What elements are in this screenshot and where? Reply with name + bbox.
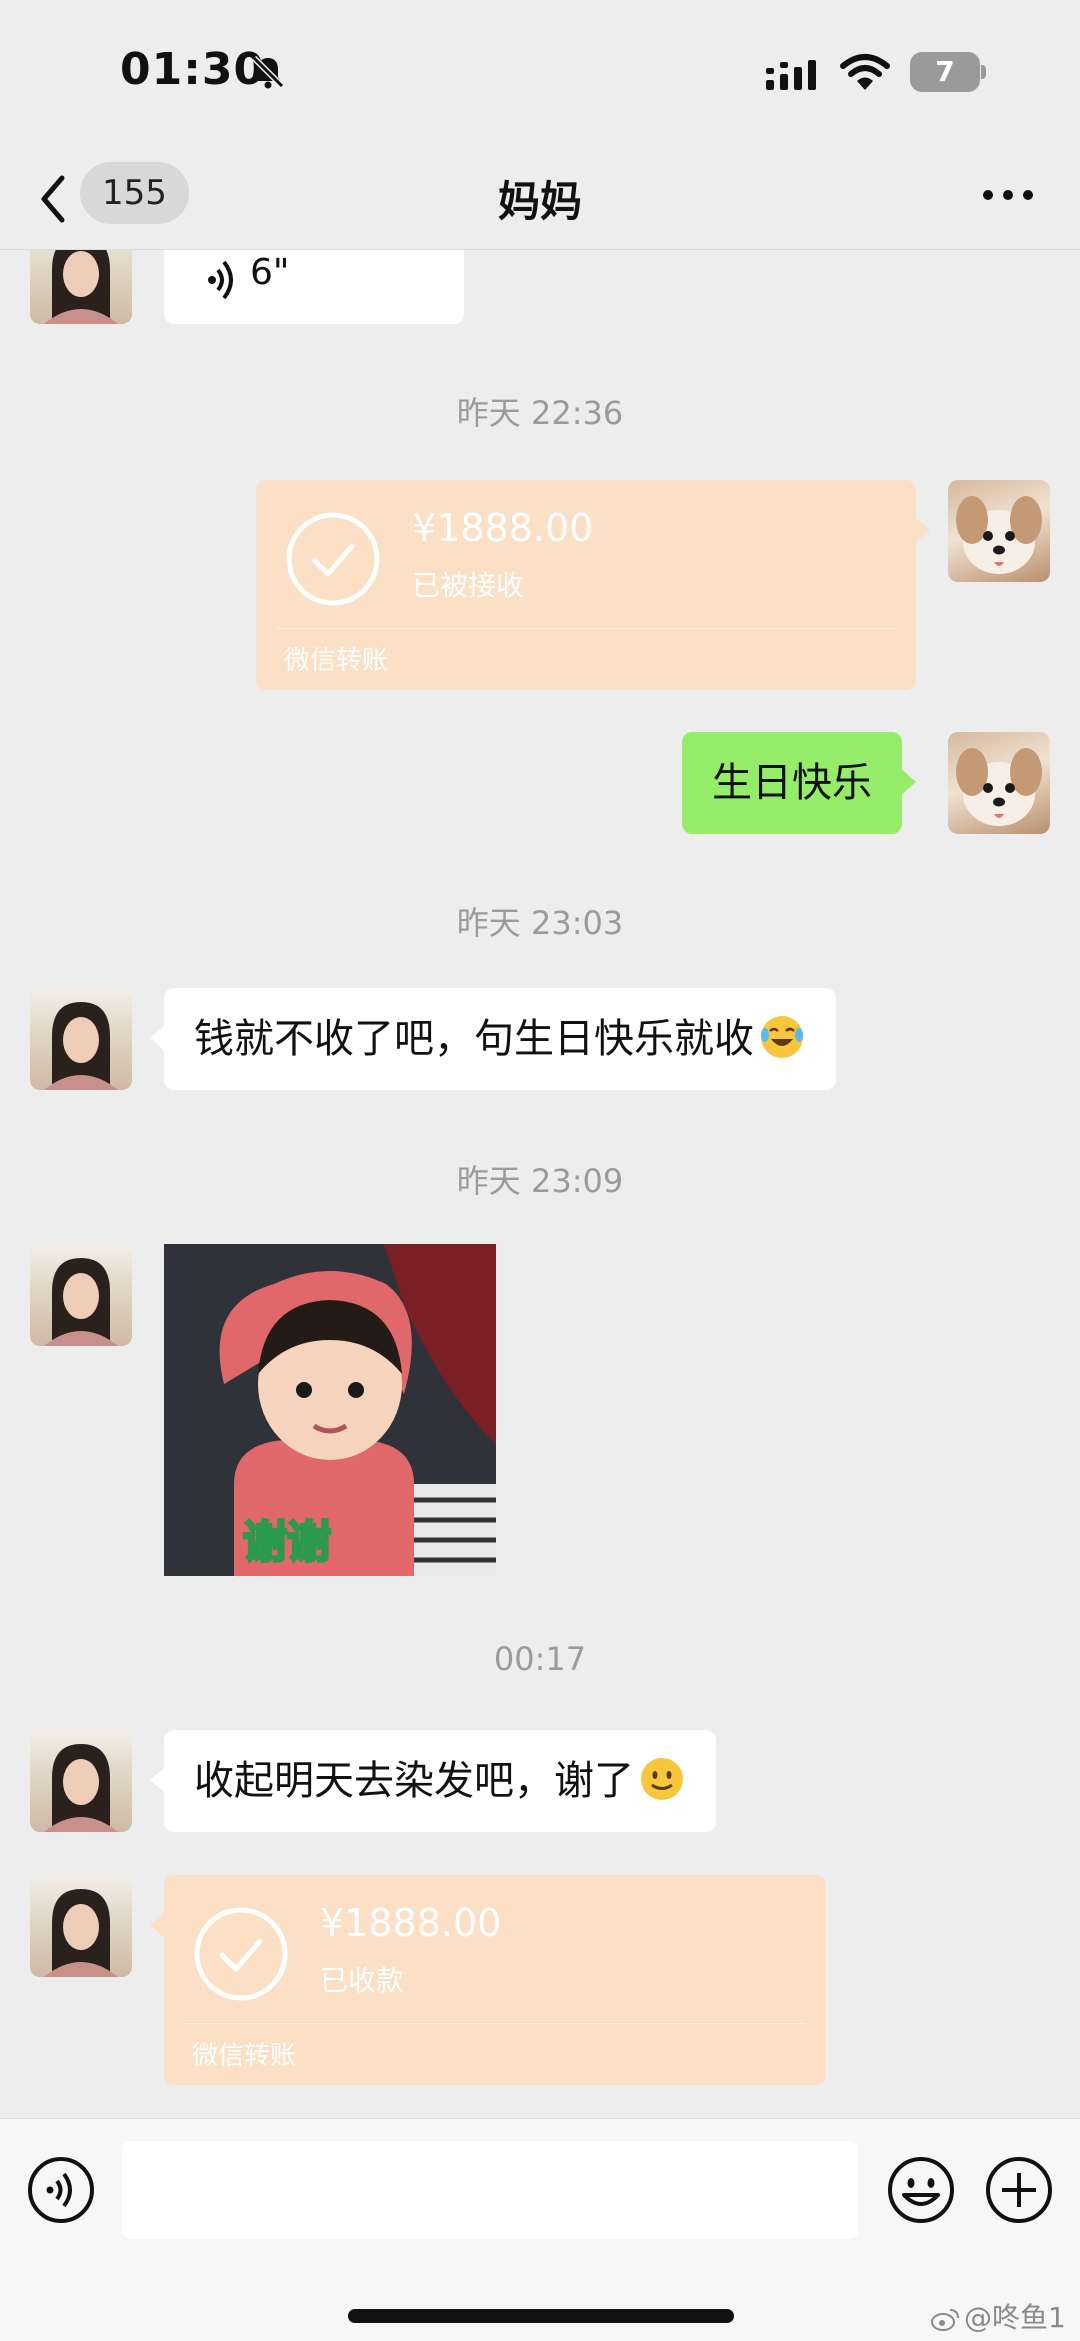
sent-message-bubble[interactable]: 生日快乐 xyxy=(682,732,916,834)
my-avatar[interactable] xyxy=(948,480,1050,582)
transfer-footer: 微信转账 xyxy=(284,646,389,676)
chat-title: 妈妈 xyxy=(497,177,582,226)
wifi-icon xyxy=(840,54,890,90)
chat-screen: 01:30 7 155 妈妈 6" 昨天 22:36 ¥1888.00 已被接收… xyxy=(0,0,1080,2341)
received-transfer-card[interactable]: ¥1888.00 已收款 微信转账 xyxy=(150,1875,826,2085)
received-message-bubble[interactable]: 收起明天去染发吧，谢了 xyxy=(150,1730,716,1832)
input-bar xyxy=(0,2118,1080,2341)
timestamp: 昨天 22:36 xyxy=(456,394,624,432)
transfer-divider xyxy=(276,628,896,629)
transfer-divider xyxy=(184,2023,806,2024)
status-bar: 01:30 7 xyxy=(0,0,1080,150)
watermark: @咚鱼1 xyxy=(930,2296,1066,2336)
timestamp: 00:17 xyxy=(493,1640,587,1678)
transfer-status: 已被接收 xyxy=(412,569,525,602)
voice-duration: 6" xyxy=(250,252,290,293)
sent-transfer-card[interactable]: ¥1888.00 已被接收 微信转账 xyxy=(256,480,930,690)
transfer-status: 已收款 xyxy=(320,1964,405,1997)
chat-header: 155 妈妈 xyxy=(0,150,1080,250)
timestamp: 昨天 23:03 xyxy=(456,904,624,942)
voice-toggle-icon[interactable] xyxy=(26,2155,96,2225)
watermark-text: @咚鱼1 xyxy=(964,2301,1066,2334)
sticker-caption: 谢谢 xyxy=(242,1516,333,1570)
battery-cap xyxy=(981,65,986,79)
emoji-icon[interactable] xyxy=(886,2155,956,2225)
transfer-amount: ¥1888.00 xyxy=(320,1901,502,1945)
my-avatar[interactable] xyxy=(948,732,1050,834)
received-message-bubble[interactable]: 钱就不收了吧，句生日快乐就收 xyxy=(150,988,836,1090)
message-text: 钱就不收了吧，句生日快乐就收 xyxy=(194,1016,754,1062)
check-circle-icon xyxy=(194,1907,288,2001)
mom-avatar[interactable] xyxy=(30,1244,132,1346)
voice-message[interactable]: 6" xyxy=(164,250,464,324)
transfer-amount: ¥1888.00 xyxy=(412,506,594,550)
back-icon[interactable] xyxy=(36,172,70,226)
message-list[interactable]: 6" 昨天 22:36 ¥1888.00 已被接收 微信转账 生日快乐 昨天 2… xyxy=(0,250,1080,2118)
battery-icon: 7 xyxy=(910,52,986,92)
smile-emoji-icon xyxy=(641,1758,683,1800)
sticker-image[interactable]: 谢谢 xyxy=(164,1244,496,1576)
mom-avatar[interactable] xyxy=(30,988,132,1090)
voice-icon xyxy=(208,260,233,300)
weibo-icon xyxy=(931,2309,959,2331)
battery-level: 7 xyxy=(935,55,955,88)
message-text: 收起明天去染发吧，谢了 xyxy=(194,1758,634,1804)
unread-count-badge[interactable]: 155 xyxy=(80,162,189,224)
timestamp: 昨天 23:09 xyxy=(456,1162,624,1200)
message-text: 生日快乐 xyxy=(712,760,872,806)
signal-icon xyxy=(766,60,816,90)
check-circle-icon xyxy=(286,512,380,606)
mom-avatar[interactable] xyxy=(30,1875,132,1977)
mute-icon xyxy=(251,55,285,89)
message-input[interactable] xyxy=(122,2141,858,2239)
crying-laughing-emoji-icon xyxy=(761,1016,803,1058)
transfer-footer: 微信转账 xyxy=(192,2041,297,2071)
home-indicator xyxy=(348,2309,734,2323)
more-icon[interactable] xyxy=(980,180,1036,210)
status-time: 01:30 xyxy=(120,44,266,95)
mom-avatar[interactable] xyxy=(30,250,132,324)
add-icon[interactable] xyxy=(984,2155,1054,2225)
mom-avatar[interactable] xyxy=(30,1730,132,1832)
